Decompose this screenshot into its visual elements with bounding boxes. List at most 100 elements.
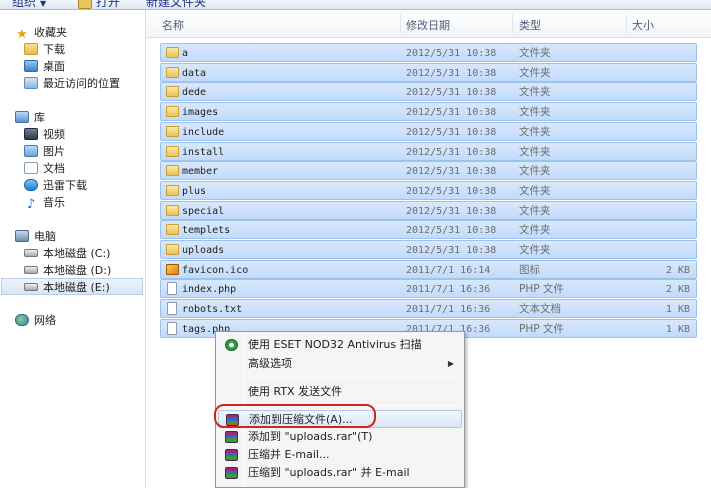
context-menu: 使用 ESET NOD32 Antivirus 扫描 高级选项 ▶ 使用 RTX… (215, 331, 465, 488)
eset-icon (225, 339, 238, 351)
nav-computer-label: 电脑 (34, 230, 56, 243)
file-row[interactable]: index.php 2011/7/1 16:36 PHP 文件 2 KB (160, 279, 697, 299)
file-type: PHP 文件 (519, 283, 564, 296)
menu-item-add-to-archive[interactable]: 添加到压缩文件(A)... (218, 410, 462, 428)
folder-icon (166, 145, 179, 157)
nav-item-label: 音乐 (43, 196, 65, 209)
star-icon: ★ (16, 27, 28, 42)
folder-icon (166, 204, 179, 216)
column-header-modified[interactable]: 修改日期 (406, 17, 450, 33)
folder-icon (166, 66, 179, 78)
file-name: plus (182, 185, 207, 197)
menu-item-add-to-uploads-rar[interactable]: 添加到 "uploads.rar"(T) (218, 428, 462, 446)
winrar-icon (225, 431, 238, 443)
nav-item-pictures[interactable]: 图片 (24, 143, 65, 160)
file-type: 文件夹 (519, 165, 551, 178)
nav-item-music[interactable]: ♪ 音乐 (24, 194, 65, 212)
file-type: 文件夹 (519, 125, 551, 138)
organize-button[interactable]: 组织 ▼ (12, 0, 46, 9)
file-icon (167, 282, 177, 296)
nav-item-drive-c[interactable]: 本地磁盘 (C:) (24, 245, 110, 262)
nav-item-label: 桌面 (43, 60, 65, 73)
submenu-arrow-icon: ▶ (447, 359, 454, 368)
file-name: special (182, 205, 225, 217)
menu-item-label: 高级选项 (248, 357, 292, 370)
nav-network-label: 网络 (34, 314, 56, 327)
nav-favorites[interactable]: ★ 收藏夹 (15, 24, 67, 42)
file-modified-date: 2012/5/31 10:38 (406, 87, 497, 99)
file-row[interactable]: include 2012/5/31 10:38 文件夹 (160, 121, 697, 141)
file-row[interactable]: special 2012/5/31 10:38 文件夹 (160, 200, 697, 220)
nav-item-videos[interactable]: 视频 (24, 126, 65, 143)
folder-icon (166, 184, 179, 196)
menu-item-label: 添加到压缩文件(A)... (249, 413, 353, 426)
menu-item-advanced-options[interactable]: 高级选项 ▶ (218, 355, 462, 373)
file-row[interactable]: uploads 2012/5/31 10:38 文件夹 (160, 240, 697, 259)
file-row[interactable]: robots.txt 2011/7/1 16:36 文本文档 1 KB (160, 299, 697, 319)
file-modified-date: 2011/7/1 16:14 (406, 264, 491, 276)
column-header-type[interactable]: 类型 (519, 17, 541, 33)
file-row[interactable]: favicon.ico 2011/7/1 16:14 图标 2 KB (160, 259, 697, 279)
winrar-icon (225, 449, 238, 461)
file-type: 文件夹 (519, 184, 551, 197)
file-modified-date: 2012/5/31 10:38 (406, 126, 497, 138)
menu-item-compress-to-uploads-and-email[interactable]: 压缩到 "uploads.rar" 并 E-mail (218, 464, 462, 482)
column-header-bar: 名称 修改日期 类型 大小 (146, 10, 711, 38)
file-modified-date: 2012/5/31 10:38 (406, 225, 497, 237)
file-icon (167, 302, 177, 316)
file-name: dede (182, 87, 207, 99)
file-row[interactable]: member 2012/5/31 10:38 文件夹 (160, 161, 697, 181)
open-button[interactable]: 打开 (78, 0, 120, 9)
file-type: 文件夹 (519, 106, 551, 119)
column-divider[interactable] (626, 14, 627, 34)
file-type: 文件夹 (519, 145, 551, 158)
documents-icon (24, 162, 38, 174)
folder-icon (166, 244, 179, 255)
nav-item-downloads[interactable]: 下载 (24, 41, 65, 58)
file-modified-date: 2011/7/1 16:36 (406, 304, 491, 316)
file-name: robots.txt (182, 304, 243, 316)
file-type: 文件夹 (519, 204, 551, 217)
file-row[interactable]: data 2012/5/31 10:38 文件夹 (160, 62, 697, 82)
favicon-icon (166, 263, 179, 275)
nav-network[interactable]: 网络 (15, 312, 56, 329)
file-name: include (182, 126, 225, 138)
nav-item-label: 本地磁盘 (C:) (43, 247, 111, 260)
column-divider[interactable] (400, 14, 401, 34)
file-type: 图标 (519, 263, 540, 276)
nav-item-documents[interactable]: 文档 (24, 160, 65, 177)
menu-item-eset-scan[interactable]: 使用 ESET NOD32 Antivirus 扫描 (218, 336, 462, 354)
file-row[interactable]: images 2012/5/31 10:38 文件夹 (160, 102, 697, 122)
nav-item-drive-d[interactable]: 本地磁盘 (D:) (24, 262, 111, 279)
file-row[interactable]: templets 2012/5/31 10:38 文件夹 (160, 220, 697, 240)
nav-item-label: 图片 (43, 145, 65, 158)
winrar-icon (225, 467, 238, 479)
file-name: images (182, 107, 219, 119)
file-row[interactable]: dede 2012/5/31 10:38 文件夹 (160, 82, 697, 102)
file-row[interactable]: plus 2012/5/31 10:38 文件夹 (160, 180, 697, 200)
hard-disk-icon (24, 283, 38, 291)
nav-computer[interactable]: 电脑 (15, 228, 56, 245)
file-modified-date: 2012/5/31 10:38 (406, 166, 497, 178)
nav-item-xunlei-downloads[interactable]: 迅雷下载 (24, 177, 87, 194)
file-modified-date: 2012/5/31 10:38 (406, 245, 497, 256)
nav-item-label: 最近访问的位置 (43, 77, 120, 90)
column-header-size[interactable]: 大小 (632, 17, 654, 33)
nav-item-desktop[interactable]: 桌面 (24, 58, 65, 75)
file-row[interactable]: a 2012/5/31 10:38 文件夹 (160, 43, 697, 62)
new-folder-button[interactable]: 新建文件夹 (146, 0, 206, 9)
nav-item-drive-e[interactable]: 本地磁盘 (E:) (1, 278, 143, 295)
menu-item-rtx-send[interactable]: 使用 RTX 发送文件 (218, 383, 462, 401)
column-divider[interactable] (512, 14, 513, 34)
nav-libraries[interactable]: 库 (15, 109, 45, 126)
file-modified-date: 2012/5/31 10:38 (406, 107, 497, 119)
file-row[interactable]: install 2012/5/31 10:38 文件夹 (160, 141, 697, 161)
folder-icon (166, 86, 179, 98)
nav-item-label: 迅雷下载 (43, 179, 87, 192)
nav-item-recent-places[interactable]: 最近访问的位置 (24, 75, 120, 92)
menu-item-compress-and-email[interactable]: 压缩并 E-mail... (218, 446, 462, 464)
folder-icon (166, 106, 179, 118)
folder-icon (166, 125, 179, 137)
column-header-name[interactable]: 名称 (162, 17, 184, 33)
video-icon (24, 128, 38, 140)
